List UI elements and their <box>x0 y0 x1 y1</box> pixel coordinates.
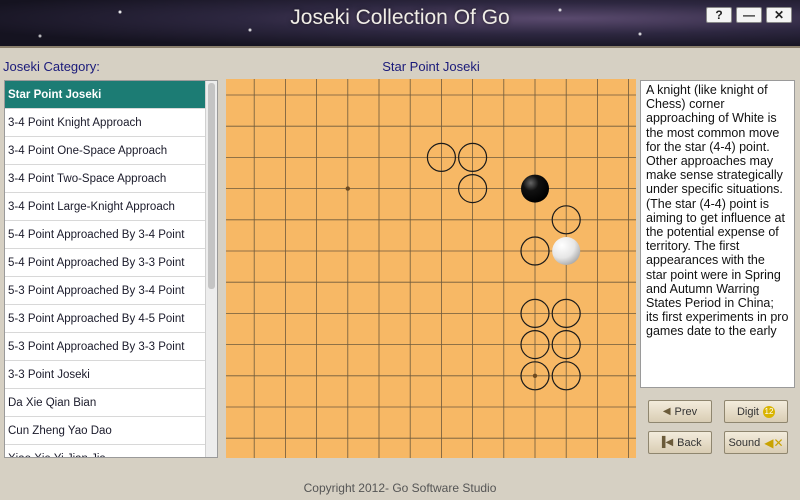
board-surface[interactable] <box>226 79 636 458</box>
list-scrollbar[interactable] <box>205 81 217 457</box>
list-item[interactable]: 3-4 Point Large-Knight Approach <box>5 193 206 221</box>
description-panel: A knight (like knight of Chess) corner a… <box>640 80 795 388</box>
list-item[interactable]: Star Point Joseki <box>5 81 206 109</box>
prev-label: Prev <box>674 405 698 418</box>
sound-button[interactable]: Sound ◀✕ <box>724 431 788 454</box>
black-stone <box>521 174 549 203</box>
list-item[interactable]: Da Xie Qian Bian <box>5 389 206 417</box>
digit-label: Digit <box>736 405 759 418</box>
list-item[interactable]: 5-4 Point Approached By 3-3 Point <box>5 249 206 277</box>
star-point <box>345 186 350 191</box>
list-item[interactable]: 3-4 Point Two-Space Approach <box>5 165 206 193</box>
digit-button[interactable]: Digit 12 <box>724 400 788 423</box>
title-bar: Joseki Collection Of Go ? — ✕ <box>0 0 800 48</box>
speaker-muted-icon: ◀✕ <box>764 435 784 450</box>
list-item[interactable]: 5-4 Point Approached By 3-4 Point <box>5 221 206 249</box>
back-icon: ▐◀ <box>658 437 674 448</box>
list-item[interactable]: 5-3 Point Approached By 3-4 Point <box>5 277 206 305</box>
category-items: Star Point Joseki 3-4 Point Knight Approa… <box>5 81 206 457</box>
category-heading: Joseki Category: <box>3 59 100 74</box>
list-scroll-thumb[interactable] <box>208 83 215 289</box>
sound-label: Sound <box>728 436 761 449</box>
help-button[interactable]: ? <box>706 7 732 23</box>
list-item[interactable]: 5-3 Point Approached By 3-3 Point <box>5 333 206 361</box>
list-item[interactable]: 5-3 Point Approached By 4-5 Point <box>5 305 206 333</box>
white-stone <box>552 237 581 265</box>
board-title: Star Point Joseki <box>382 59 480 74</box>
copyright-footer: Copyright 2012- Go Software Studio <box>303 481 497 495</box>
list-item[interactable]: 3-4 Point Knight Approach <box>5 109 206 137</box>
category-list[interactable]: Star Point Joseki 3-4 Point Knight Approa… <box>4 80 218 458</box>
back-button[interactable]: ▐◀ Back <box>648 431 712 454</box>
minimize-button[interactable]: — <box>736 7 762 23</box>
close-button[interactable]: ✕ <box>766 7 792 23</box>
go-board[interactable] <box>226 79 636 458</box>
list-item[interactable]: Cun Zheng Yao Dao <box>5 417 206 445</box>
prev-icon: ◀ <box>662 406 671 417</box>
description-text: A knight (like knight of Chess) corner a… <box>646 83 789 339</box>
list-item[interactable]: 3-4 Point One-Space Approach <box>5 137 206 165</box>
app-title: Joseki Collection Of Go <box>290 6 510 29</box>
back-label: Back <box>677 436 702 449</box>
list-item[interactable]: Xiao Xie Yi Jian Jia <box>5 445 206 457</box>
digit-icon: 12 <box>763 405 775 418</box>
star-point <box>532 373 538 378</box>
prev-button[interactable]: ◀ Prev <box>648 400 712 423</box>
list-item[interactable]: 3-3 Point Joseki <box>5 361 206 389</box>
